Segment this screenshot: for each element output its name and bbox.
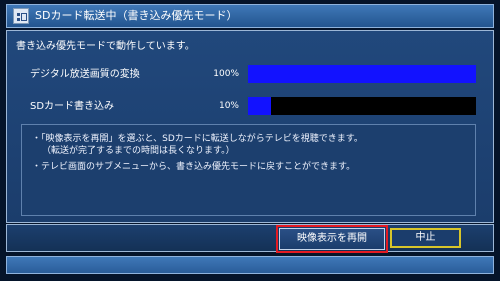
stop-button[interactable]: 中止	[390, 228, 461, 248]
note-submenu: ・テレビ画面のサブメニューから、書き込み優先モードに戻すことができます。	[32, 162, 356, 172]
conversion-progress-fill	[248, 65, 476, 83]
footer-bar	[6, 256, 494, 274]
sd-write-progress-fill	[248, 97, 271, 115]
conversion-progress-bar	[248, 65, 476, 83]
sd-write-progress-bar	[248, 97, 476, 115]
sd-write-label: SDカード書き込み	[30, 101, 115, 112]
sd-write-percent: 10%	[218, 101, 239, 111]
note-resume: ・「映像表示を再開」を選ぶと、SDカードに転送しながらテレビを視聴できます。	[32, 134, 363, 144]
sd-card-icon	[13, 8, 29, 24]
window-title: SDカード転送中（書き込み優先モード）	[35, 9, 238, 22]
mode-status-text: 書き込み優先モードで動作しています。	[16, 41, 195, 52]
note-time: （転送が完了するまでの時間は長くなります。）	[42, 146, 235, 156]
resume-video-button[interactable]: 映像表示を再開	[279, 228, 385, 250]
title-bar: SDカード転送中（書き込み優先モード）	[6, 4, 494, 28]
info-box: ・「映像表示を再開」を選ぶと、SDカードに転送しながらテレビを視聴できます。 （…	[21, 124, 476, 216]
conversion-percent: 100%	[213, 69, 239, 79]
conversion-label: デジタル放送画質の変換	[30, 69, 140, 80]
